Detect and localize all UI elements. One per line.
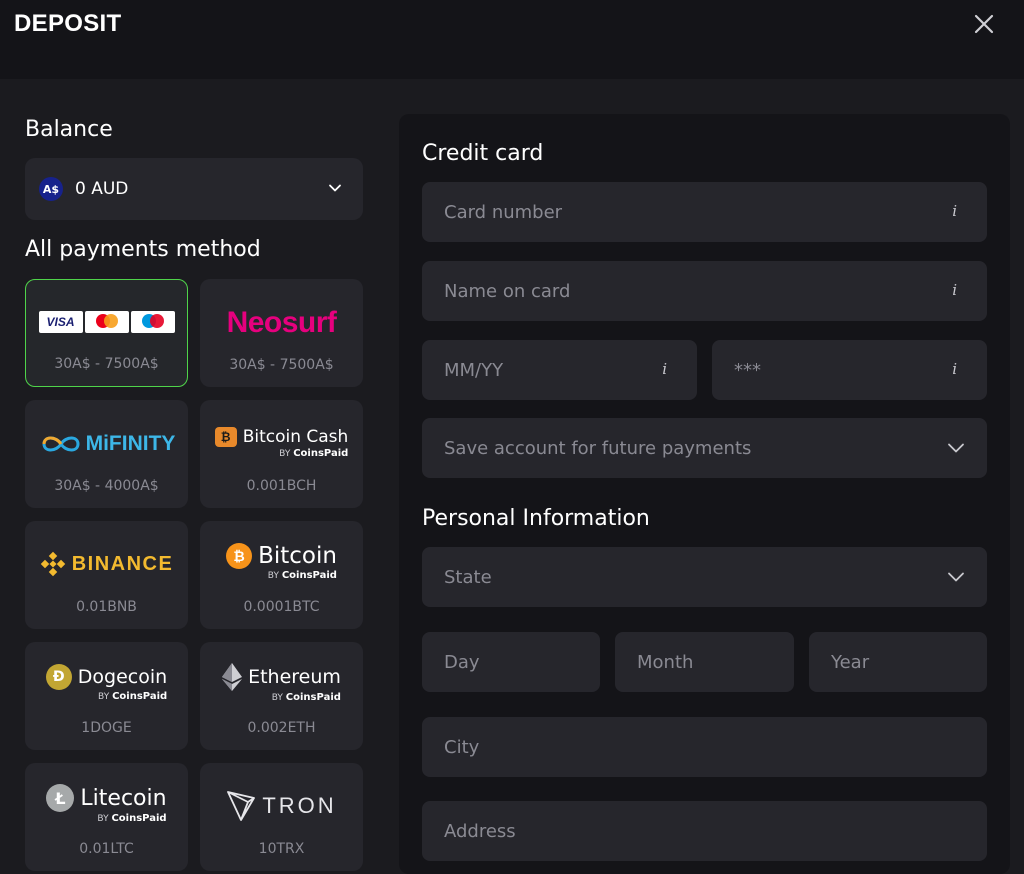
deposit-form-panel: Credit card i i i i Save account for fut… xyxy=(399,114,1010,874)
modal-header: DEPOSIT xyxy=(0,0,1024,79)
payment-limit: 0.002ETH xyxy=(247,720,316,736)
coin-name: Bitcoin Cash xyxy=(242,427,349,447)
name-on-card-group: i xyxy=(422,261,987,321)
payment-limit: 0.01BNB xyxy=(76,599,137,615)
tron-icon xyxy=(227,791,256,821)
coinspaid-logo: BY CoinsPaid xyxy=(267,570,337,581)
ethereum-icon xyxy=(222,663,243,691)
payment-limit: 30A$ - 4000A$ xyxy=(54,478,159,494)
credit-card-heading: Credit card xyxy=(422,141,544,166)
mifinity-logo: MiFINITY xyxy=(25,418,188,470)
chevron-down-icon xyxy=(948,572,964,582)
payment-limit: 0.01LTC xyxy=(79,841,134,857)
birth-day-input[interactable] xyxy=(422,632,600,692)
card-number-group: i xyxy=(422,182,987,242)
payment-method-ethereum[interactable]: Ethereum BY CoinsPaid 0.002ETH xyxy=(200,642,363,750)
payment-method-bitcoin-cash[interactable]: ₿ Bitcoin Cash BY CoinsPaid 0.001BCH xyxy=(200,400,363,508)
balance-label: Balance xyxy=(25,117,113,142)
info-icon[interactable]: i xyxy=(952,202,957,220)
payment-method-bitcoin[interactable]: ₿ Bitcoin BY CoinsPaid 0.0001BTC xyxy=(200,521,363,629)
coinspaid-logo: BY CoinsPaid xyxy=(97,813,167,824)
litecoin-icon: Ł xyxy=(46,784,75,812)
save-account-select[interactable]: Save account for future payments xyxy=(422,418,987,478)
payment-limit: 30A$ - 7500A$ xyxy=(229,357,334,373)
mastercard-logo xyxy=(84,311,129,333)
payment-limit: 0.0001BTC xyxy=(243,599,320,615)
coin-name: Dogecoin xyxy=(77,666,168,688)
close-icon xyxy=(974,14,994,34)
coin-name: Bitcoin xyxy=(258,543,337,569)
city-input[interactable] xyxy=(422,717,987,777)
expiry-input[interactable] xyxy=(422,340,697,400)
currency-badge: A$ xyxy=(39,177,63,201)
payment-limit: 1DOGE xyxy=(81,720,132,736)
bitcoin-icon: ₿ xyxy=(226,543,253,569)
coinspaid-logo: BY CoinsPaid xyxy=(98,691,168,702)
visa-logo: VISA xyxy=(38,311,83,333)
state-select[interactable]: State xyxy=(422,547,987,607)
info-icon[interactable]: i xyxy=(952,360,957,378)
birth-year-input[interactable] xyxy=(809,632,987,692)
info-icon[interactable]: i xyxy=(952,281,957,299)
payment-method-binance[interactable]: BINANCE 0.01BNB xyxy=(25,521,188,629)
cvv-input[interactable] xyxy=(712,340,987,400)
payment-limit: 10TRX xyxy=(258,841,305,857)
modal-title: DEPOSIT xyxy=(14,10,122,37)
expiry-group: i xyxy=(422,340,697,400)
binance-icon xyxy=(40,551,65,577)
personal-info-heading: Personal Information xyxy=(422,506,650,531)
chevron-down-icon xyxy=(948,443,964,453)
neosurf-logo: Neosurf xyxy=(226,306,337,339)
cvv-group: i xyxy=(712,340,987,400)
card-logos: VISA xyxy=(26,304,187,340)
bitcoin-cash-icon: ₿ xyxy=(214,427,237,447)
chevron-down-icon xyxy=(329,184,341,192)
card-number-input[interactable] xyxy=(422,182,987,242)
dogecoin-icon: Ð xyxy=(45,664,72,690)
balance-value: 0 AUD xyxy=(75,179,129,199)
bitcoin-cash-logo: ₿ Bitcoin Cash BY CoinsPaid xyxy=(200,420,363,466)
tron-logo: TRON xyxy=(200,781,363,831)
ethereum-logo: Ethereum BY CoinsPaid xyxy=(200,658,363,708)
maestro-logo xyxy=(130,311,175,333)
name-on-card-input[interactable] xyxy=(422,261,987,321)
balance-currency-select[interactable]: A$ 0 AUD xyxy=(25,158,363,220)
dogecoin-logo: Ð Dogecoin BY CoinsPaid xyxy=(25,658,188,708)
litecoin-logo: Ł Litecoin BY CoinsPaid xyxy=(25,779,188,829)
coinspaid-logo: BY CoinsPaid xyxy=(271,692,341,703)
payment-methods-label: All payments method xyxy=(25,237,261,262)
bitcoin-logo: ₿ Bitcoin BY CoinsPaid xyxy=(200,537,363,587)
coin-name: Litecoin xyxy=(80,785,167,811)
info-icon[interactable]: i xyxy=(662,360,667,378)
state-label: State xyxy=(444,566,492,588)
close-button[interactable] xyxy=(968,8,1000,40)
payment-method-neosurf[interactable]: Neosurf 30A$ - 7500A$ xyxy=(200,279,363,387)
payment-method-mifinity[interactable]: MiFINITY 30A$ - 4000A$ xyxy=(25,400,188,508)
payment-method-dogecoin[interactable]: Ð Dogecoin BY CoinsPaid 1DOGE xyxy=(25,642,188,750)
birth-month-input[interactable] xyxy=(615,632,794,692)
payment-method-card[interactable]: VISA 30A$ - 7500A$ xyxy=(25,279,188,387)
binance-logo: BINANCE xyxy=(25,539,188,589)
address-input[interactable] xyxy=(422,801,987,861)
infinity-icon xyxy=(42,436,80,452)
save-account-label: Save account for future payments xyxy=(444,437,752,459)
payment-method-litecoin[interactable]: Ł Litecoin BY CoinsPaid 0.01LTC xyxy=(25,763,188,871)
coinspaid-logo: BY CoinsPaid xyxy=(279,448,349,459)
payment-limit: 0.001BCH xyxy=(246,478,317,494)
payment-method-tron[interactable]: TRON 10TRX xyxy=(200,763,363,871)
coin-name: Ethereum xyxy=(248,666,341,688)
payment-limit: 30A$ - 7500A$ xyxy=(54,356,159,372)
